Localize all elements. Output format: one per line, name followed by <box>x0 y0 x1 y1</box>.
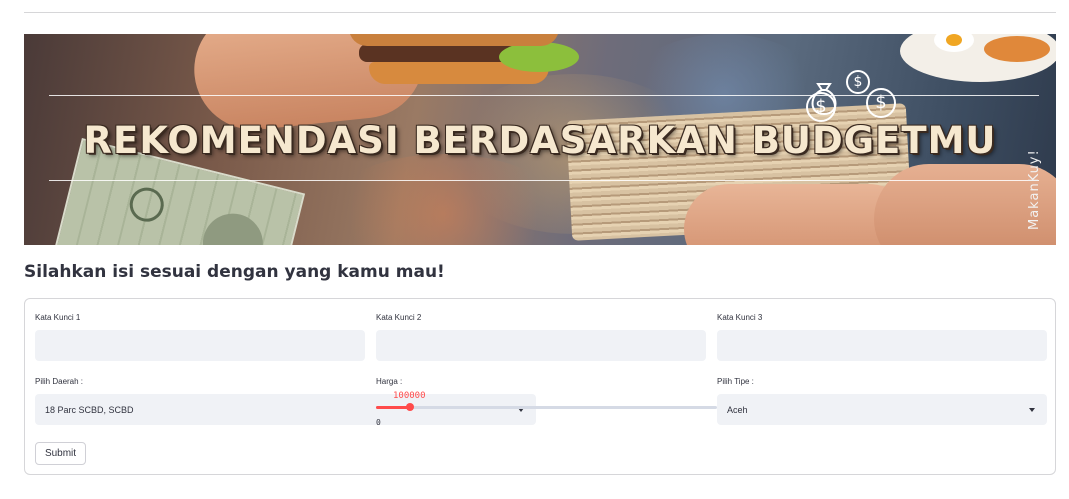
keyword3-label: Kata Kunci 3 <box>717 313 763 322</box>
hero-banner: $ $ $ REKOMENDASI BERDASARKAN BUDGETMU M… <box>24 34 1056 245</box>
top-divider <box>24 12 1056 13</box>
price-label: Harga : <box>376 377 403 386</box>
type-select[interactable]: Aceh <box>717 394 1047 425</box>
coin-icon: $ <box>846 70 870 94</box>
banner-line-bottom <box>49 180 1039 181</box>
page-title: Silahkan isi sesuai dengan yang kamu mau… <box>24 262 445 282</box>
type-label: Pilih Tipe : <box>717 377 754 386</box>
yolk-illustration <box>946 34 962 46</box>
price-slider-track[interactable] <box>376 406 717 409</box>
type-selected-value: Aceh <box>727 405 748 415</box>
region-label: Pilih Daerah : <box>35 377 84 386</box>
price-slider-value: 100000 <box>393 391 426 401</box>
submit-button[interactable]: Submit <box>35 442 86 465</box>
keyword2-input[interactable] <box>376 330 706 361</box>
chevron-down-icon <box>1029 408 1035 412</box>
burger-illustration <box>349 34 579 86</box>
keyword2-label: Kata Kunci 2 <box>376 313 422 322</box>
coin-icon: $ <box>866 88 896 118</box>
keyword1-label: Kata Kunci 1 <box>35 313 81 322</box>
banner-brand: MakanKuy! <box>1027 149 1042 230</box>
search-form: Kata Kunci 1 Kata Kunci 2 Kata Kunci 3 P… <box>24 298 1056 475</box>
region-select[interactable]: 18 Parc SCBD, SCBD <box>35 394 536 425</box>
region-selected-value: 18 Parc SCBD, SCBD <box>45 405 134 415</box>
price-slider-min: 0 <box>376 418 381 427</box>
price-slider-fill <box>376 406 411 409</box>
banner-title: REKOMENDASI BERDASARKAN BUDGETMU <box>83 119 997 162</box>
keyword3-input[interactable] <box>717 330 1047 361</box>
keyword1-input[interactable] <box>35 330 365 361</box>
food-illustration <box>984 36 1050 62</box>
coin-icon: $ <box>806 92 836 122</box>
